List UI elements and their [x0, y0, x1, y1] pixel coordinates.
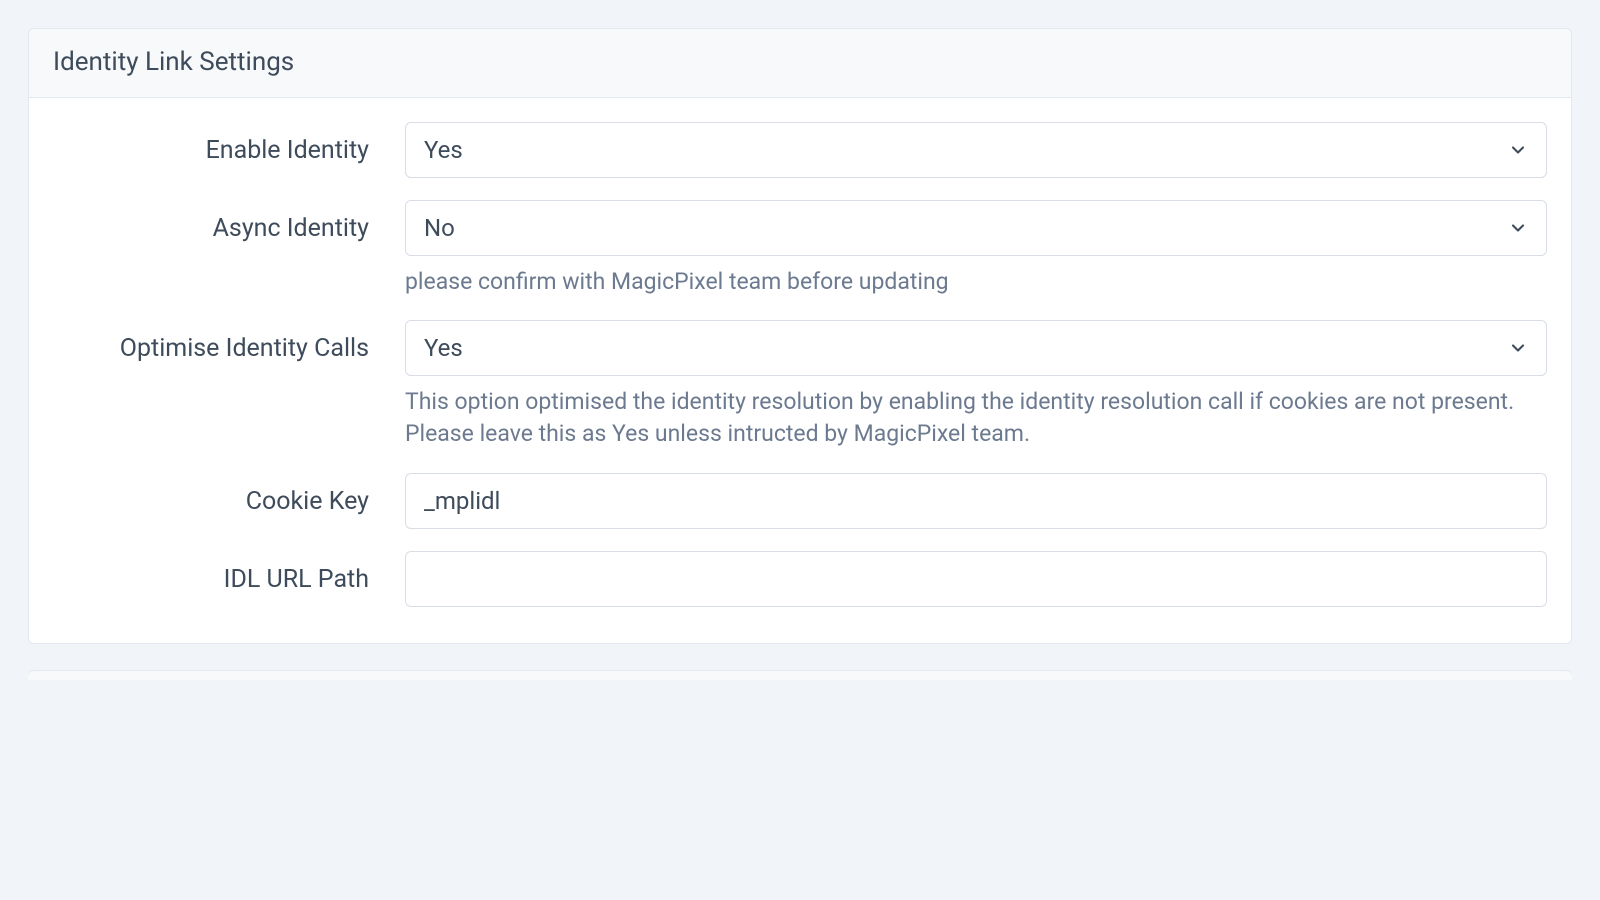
select-async-identity[interactable]: No	[405, 200, 1547, 256]
label-async-identity: Async Identity	[53, 200, 369, 243]
input-idl-url-path[interactable]	[405, 551, 1547, 607]
row-enable-identity: Enable Identity Yes	[53, 122, 1547, 178]
select-optimise-identity-calls-value: Yes	[424, 334, 463, 362]
panel-body: Enable Identity Yes Async Identity No	[29, 98, 1571, 643]
select-optimise-identity-calls[interactable]: Yes	[405, 320, 1547, 376]
select-enable-identity[interactable]: Yes	[405, 122, 1547, 178]
row-cookie-key: Cookie Key	[53, 473, 1547, 529]
panel-title: Identity Link Settings	[29, 29, 1571, 98]
label-optimise-identity-calls: Optimise Identity Calls	[53, 320, 369, 363]
label-enable-identity: Enable Identity	[53, 122, 369, 165]
row-idl-url-path: IDL URL Path	[53, 551, 1547, 607]
next-panel-header-stub	[28, 670, 1572, 680]
chevron-down-icon	[1508, 140, 1528, 160]
identity-link-settings-panel: Identity Link Settings Enable Identity Y…	[28, 28, 1572, 644]
row-optimise-identity-calls: Optimise Identity Calls Yes This option …	[53, 320, 1547, 450]
select-enable-identity-value: Yes	[424, 136, 463, 164]
row-async-identity: Async Identity No please confirm with Ma…	[53, 200, 1547, 298]
label-idl-url-path: IDL URL Path	[53, 551, 369, 594]
help-optimise-identity-calls: This option optimised the identity resol…	[405, 386, 1547, 450]
chevron-down-icon	[1508, 218, 1528, 238]
select-async-identity-value: No	[424, 214, 455, 242]
input-cookie-key[interactable]	[405, 473, 1547, 529]
label-cookie-key: Cookie Key	[53, 473, 369, 516]
chevron-down-icon	[1508, 338, 1528, 358]
help-async-identity: please confirm with MagicPixel team befo…	[405, 266, 1547, 298]
